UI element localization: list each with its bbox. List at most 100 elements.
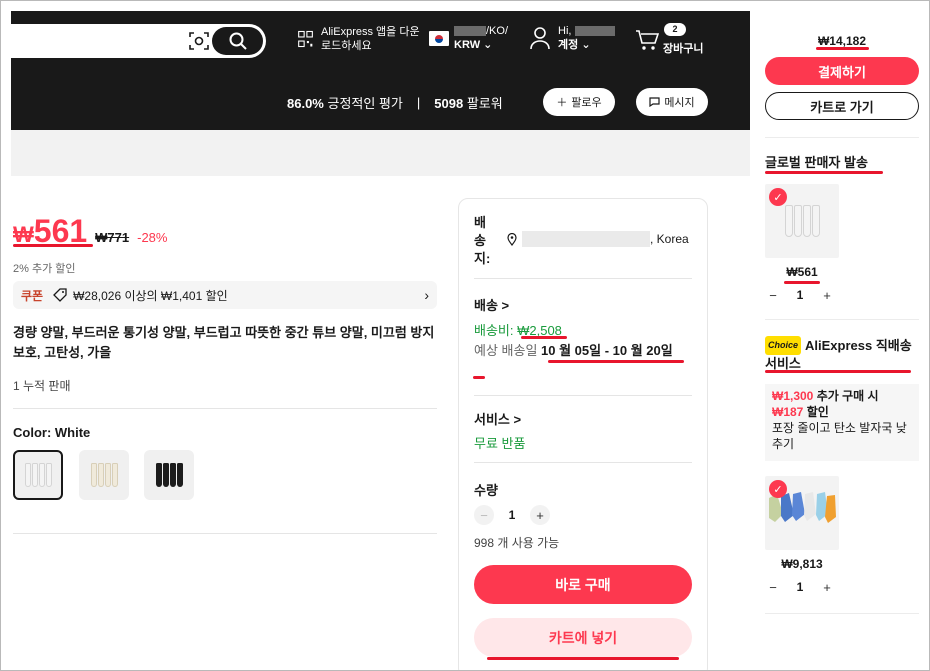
eta-value: 10 월 05일 - 10 월 20일 (541, 343, 673, 358)
color-swatch-white[interactable] (13, 450, 63, 500)
promo-text: 할인 (803, 405, 829, 419)
cart-icon (636, 30, 659, 50)
follower-label: 팔로워 (466, 96, 503, 111)
search-button[interactable] (212, 27, 263, 55)
store-stats: 86.0% 긍정적인 평가 | 5098 팔로워 (287, 93, 503, 112)
follow-button[interactable]: ＋ 팔로우 (543, 88, 615, 116)
cart-item-thumbnail[interactable]: ✓ (765, 476, 839, 550)
plus-button[interactable]: + (530, 505, 550, 525)
annotation-underline (765, 370, 911, 373)
sock-shape (45, 463, 52, 487)
service-header[interactable]: 서비스 > (474, 409, 521, 428)
original-price: ₩771 (95, 230, 130, 245)
korea-flag-icon (429, 30, 449, 46)
image-search-icon[interactable] (189, 32, 209, 50)
sock-shape (38, 463, 45, 487)
quantity-value[interactable]: 1 (781, 288, 819, 302)
masked-username (574, 26, 615, 37)
quantity-value[interactable]: 1 (781, 580, 819, 594)
minus-button[interactable]: − (765, 579, 781, 595)
promo-amount: ₩1,300 (772, 389, 814, 403)
checkout-button[interactable]: 결제하기 (765, 57, 919, 85)
promo-box: ₩1,300 추가 구매 시 ₩187 할인 포장 줄이고 탄소 발자국 낮추기 (765, 384, 919, 461)
positive-rate: 86.0% (287, 96, 324, 111)
annotation-underline (765, 171, 883, 174)
chevron-down-icon: ⌄ (483, 39, 493, 51)
available-count: 998 개 사용 가능 (474, 536, 560, 550)
location-pin-icon (507, 232, 517, 246)
add-to-cart-button[interactable]: 카트에 넣기 (474, 618, 692, 657)
ship-to-address[interactable]: , Korea (507, 231, 689, 247)
minus-button[interactable]: − (765, 287, 781, 303)
annotation-underline (548, 360, 684, 363)
sock-shape (793, 205, 802, 237)
sock-shape (97, 463, 104, 487)
delivery-header[interactable]: 배송 > (474, 295, 509, 314)
divider (474, 395, 692, 396)
site-header: AliExpress 앱을 다운로드하세요 /KO/ KRW ⌄ Hi, 계정 … (11, 11, 750, 130)
sock-shape (811, 205, 820, 237)
cart-total: ₩14,182 (817, 34, 867, 48)
user-icon (530, 27, 550, 50)
go-to-cart-button[interactable]: 카트로 가기 (765, 92, 919, 120)
chevron-right-icon: › (424, 287, 429, 303)
coupon-text: ₩28,026 이상의 ₩1,401 할인 (73, 288, 228, 303)
coupon-bar[interactable]: 쿠폰 ₩28,026 이상의 ₩1,401 할인 › (13, 281, 437, 309)
buy-now-button[interactable]: 바로 구매 (474, 565, 692, 604)
annotation-underline (487, 657, 679, 660)
divider (765, 319, 919, 320)
color-swatch-beige[interactable] (79, 450, 129, 500)
plus-button[interactable]: + (819, 579, 835, 595)
positive-label: 긍정적인 평가 (327, 96, 403, 111)
qr-code-icon (298, 30, 313, 48)
masked-region (454, 26, 486, 37)
color-label: Color: White (13, 425, 91, 440)
sock-shape (169, 463, 176, 487)
tag-icon (53, 288, 67, 302)
account-menu[interactable]: Hi, 계정 ⌄ (529, 24, 615, 52)
divider (765, 137, 919, 138)
account-label: 계정 (558, 39, 579, 51)
choice-badge: Choice (765, 336, 802, 355)
divider (13, 408, 437, 409)
browser-frame: AliExpress 앱을 다운로드하세요 /KO/ KRW ⌄ Hi, 계정 … (0, 0, 930, 671)
minus-button[interactable]: − (474, 505, 494, 525)
cart-item-price: ₩561 (786, 265, 818, 279)
promo-text: 추가 구매 시 (813, 389, 879, 403)
currency-label: KRW (454, 39, 481, 51)
cart-item-quantity: − 1 + (765, 287, 835, 303)
checkmark-icon[interactable]: ✓ (769, 188, 787, 206)
sock-shape (802, 205, 811, 237)
sock-shape (155, 463, 162, 487)
annotation-underline (521, 336, 567, 339)
nav-band (11, 130, 750, 176)
header-cart[interactable]: 2 장바구니 (635, 23, 715, 59)
quantity-value[interactable]: 1 (494, 508, 530, 522)
choice-section-title: Choice AliExpress 직배송 서비스 (765, 336, 919, 372)
global-seller-section-title: 글로벌 판매자 발송 (765, 155, 868, 170)
eta-label: 예상 배송일 (474, 343, 542, 358)
promo-eco-text: 포장 줄이고 탄소 발자국 낮추기 (772, 421, 907, 451)
divider: | (416, 95, 421, 110)
sock-shape (24, 463, 31, 487)
region-selector[interactable]: /KO/ KRW ⌄ (429, 24, 508, 52)
app-download-link[interactable]: AliExpress 앱을 다운로드하세요 (298, 25, 423, 53)
cart-label: 장바구니 (663, 43, 704, 55)
cart-item-thumbnail[interactable]: ✓ (765, 184, 839, 258)
plus-icon: ＋ (556, 97, 568, 109)
annotation-underline (784, 281, 820, 284)
sock-shape (111, 463, 118, 487)
plus-button[interactable]: + (819, 287, 835, 303)
search-icon (229, 32, 247, 50)
extra-discount: 2% 추가 할인 (13, 263, 76, 275)
color-swatch-black[interactable] (144, 450, 194, 500)
follower-count: 5098 (434, 96, 464, 111)
sock-shape (31, 463, 38, 487)
divider (474, 278, 692, 279)
checkmark-icon[interactable]: ✓ (769, 480, 787, 498)
sock-shape (104, 463, 111, 487)
cart-item-price: ₩9,813 (781, 557, 823, 571)
ship-country: , Korea (650, 232, 689, 246)
search-bar[interactable] (11, 24, 266, 58)
message-button[interactable]: 메시지 (636, 88, 708, 116)
